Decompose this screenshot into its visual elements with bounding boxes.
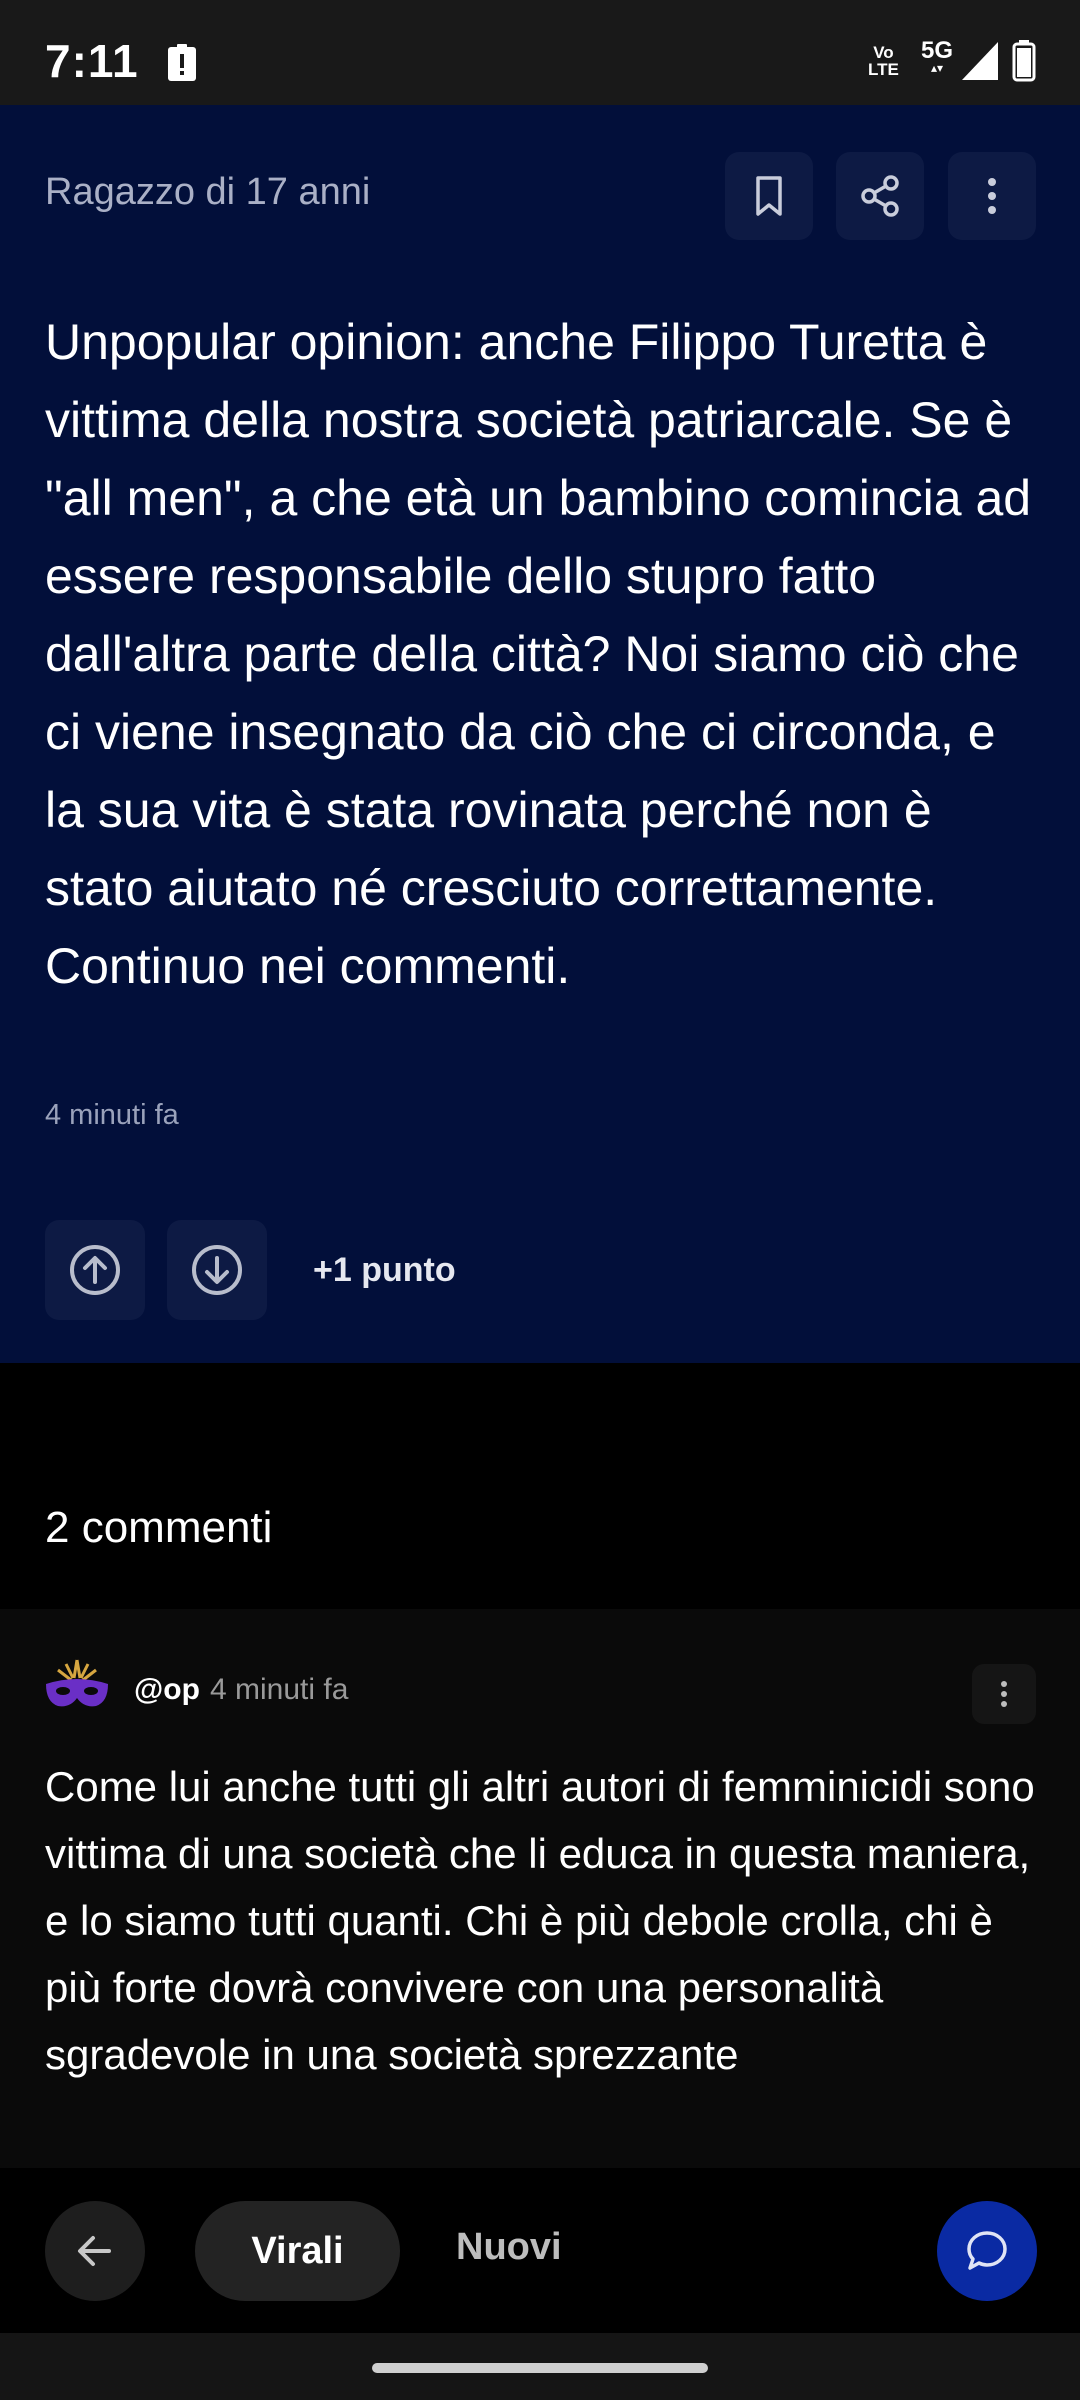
post-card: Ragazzo di 17 anni Unpopular opinion: an… bbox=[0, 105, 1080, 1363]
back-button[interactable] bbox=[45, 2201, 145, 2301]
upvote-button[interactable] bbox=[45, 1220, 145, 1320]
comments-count: 2 commenti bbox=[45, 1503, 273, 1552]
arrow-left-icon bbox=[78, 2236, 111, 2266]
chat-bubble-icon bbox=[967, 2231, 1007, 2270]
status-time: 7:11 bbox=[45, 35, 139, 87]
share-button[interactable] bbox=[836, 152, 924, 240]
upvote-icon bbox=[70, 1245, 120, 1295]
more-vertical-icon bbox=[1001, 1681, 1007, 1707]
post-text: Unpopular opinion: anche Filippo Turetta… bbox=[45, 314, 1032, 994]
comment-item: @op 4 minuti fa Come lui anche tutti gli… bbox=[0, 1609, 1080, 2169]
bookmark-button[interactable] bbox=[725, 152, 813, 240]
home-gesture-handle[interactable] bbox=[372, 2363, 708, 2373]
signal-icon bbox=[962, 42, 998, 80]
battery-icon bbox=[1012, 40, 1036, 82]
comment-button[interactable] bbox=[937, 2201, 1037, 2301]
volte-icon: Vo LTE bbox=[868, 43, 899, 79]
comment-more-button[interactable] bbox=[972, 1664, 1036, 1724]
downvote-icon bbox=[192, 1245, 242, 1295]
status-bar: 7:11 Vo LTE 5G ▴▾ bbox=[0, 0, 1080, 105]
post-author: Ragazzo di 17 anni bbox=[45, 171, 371, 213]
more-vertical-icon bbox=[988, 178, 996, 214]
post-score: +1 punto bbox=[313, 1251, 456, 1289]
more-options-button[interactable] bbox=[948, 152, 1036, 240]
share-icon bbox=[861, 175, 899, 217]
alert-icon bbox=[168, 44, 196, 81]
tab-virali[interactable]: Virali bbox=[195, 2201, 400, 2301]
bookmark-icon bbox=[756, 176, 782, 216]
comment-username[interactable]: @op bbox=[134, 1673, 200, 1707]
tab-nuovi[interactable]: Nuovi bbox=[456, 2226, 562, 2269]
bottom-bar: Virali Nuovi bbox=[0, 2168, 1080, 2333]
comment-time: 4 minuti fa bbox=[210, 1673, 349, 1706]
post-time: 4 minuti fa bbox=[45, 1099, 179, 1131]
system-nav-bar bbox=[0, 2333, 1080, 2400]
downvote-button[interactable] bbox=[167, 1220, 267, 1320]
comment-text: Come lui anche tutti gli altri autori di… bbox=[45, 1763, 1035, 2078]
mask-avatar-icon bbox=[46, 1659, 108, 1707]
network-type: 5G ▴▾ bbox=[921, 37, 954, 75]
